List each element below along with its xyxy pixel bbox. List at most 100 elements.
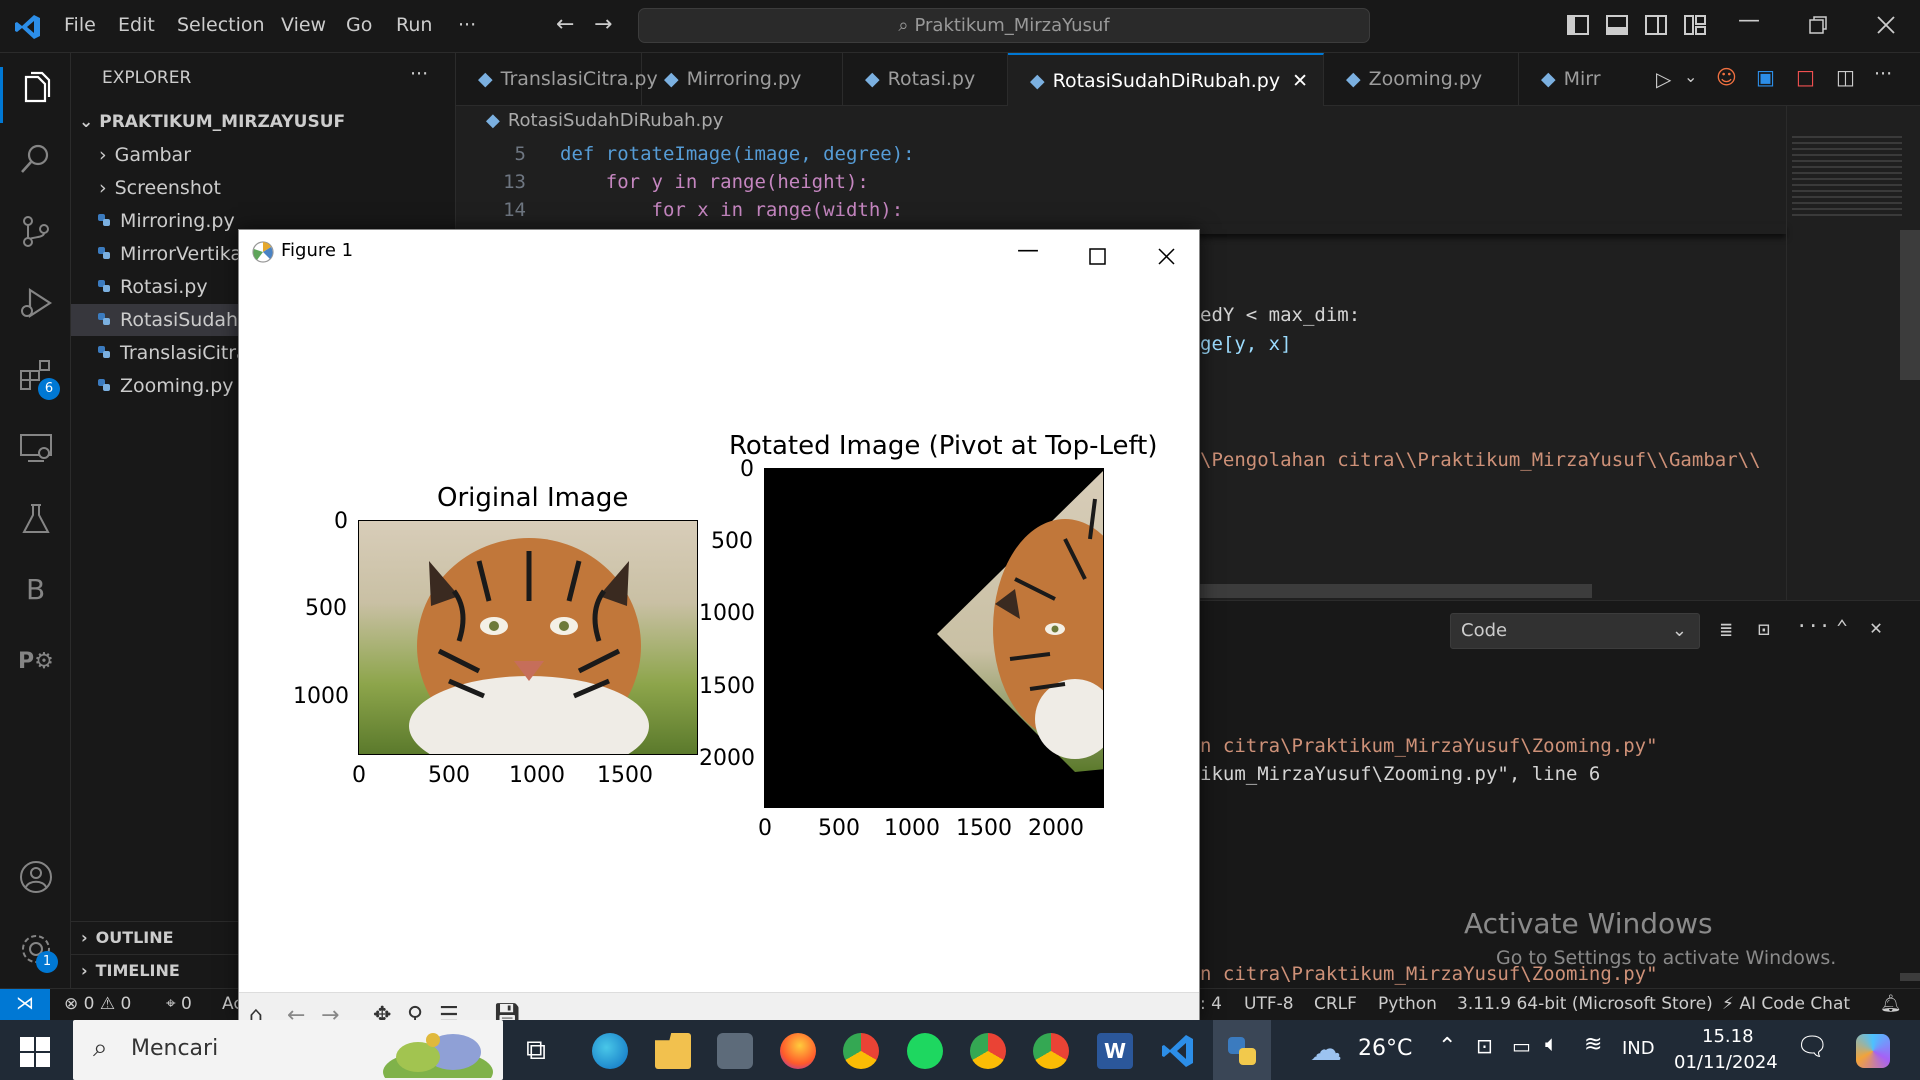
- tab-translasicitra[interactable]: ◆ TranslasiCitra.py: [456, 53, 658, 106]
- output-channel-dropdown[interactable]: Code ⌄: [1450, 613, 1700, 649]
- vertical-scrollbar[interactable]: [1900, 230, 1920, 380]
- account-icon[interactable]: [18, 859, 54, 895]
- editor-more-icon[interactable]: ···: [1874, 63, 1892, 85]
- run-dropdown-icon[interactable]: ⌄: [1684, 67, 1697, 86]
- search-icon[interactable]: [18, 141, 54, 177]
- sidebar-item-gambar[interactable]: › Gambar: [71, 139, 456, 171]
- tab-rotasisudahdirubah[interactable]: ◆ RotasiSudahDiRubah.py ✕: [1008, 53, 1324, 106]
- left-ytick: 500: [305, 596, 347, 621]
- menu-selection[interactable]: Selection: [177, 14, 265, 36]
- word-icon[interactable]: W: [1097, 1033, 1133, 1069]
- right-ytick: 2000: [699, 746, 755, 771]
- copilot-taskbar-icon[interactable]: [1856, 1034, 1890, 1068]
- chrome-profile-icon[interactable]: [1033, 1033, 1069, 1069]
- file-explorer-icon[interactable]: [655, 1033, 691, 1069]
- vscode-taskbar-icon[interactable]: [1160, 1033, 1196, 1069]
- chrome-icon[interactable]: [843, 1033, 879, 1069]
- pcc-extension-icon[interactable]: P⚙: [18, 649, 54, 674]
- sidebar-item-screenshot[interactable]: › Screenshot: [71, 172, 456, 204]
- notification-center-icon[interactable]: 🗨︎: [1796, 1032, 1829, 1062]
- spotify-icon[interactable]: [907, 1033, 943, 1069]
- weather-cloud-icon[interactable]: ☁: [1310, 1030, 1342, 1068]
- matplotlib-figure-window[interactable]: Figure 1 — Original Image 0 500 1000 0 5…: [238, 229, 1200, 1022]
- lock-scroll-icon[interactable]: ⊡: [1758, 617, 1770, 641]
- remote-explorer-icon[interactable]: [18, 429, 54, 465]
- back-arrow-icon[interactable]: ←: [556, 12, 574, 37]
- interpreter-status[interactable]: 3.11.9 64-bit (Microsoft Store): [1457, 994, 1713, 1014]
- menu-file[interactable]: File: [64, 14, 96, 36]
- figure-close-icon[interactable]: [1152, 242, 1182, 272]
- notifications-bell-icon[interactable]: 🔔︎: [1880, 994, 1902, 1014]
- toggle-secondary-sidebar-icon[interactable]: [1643, 12, 1669, 38]
- debug-run-icon[interactable]: ▣: [1756, 65, 1775, 89]
- breadcrumb[interactable]: ◆ RotasiSudahDiRubah.py: [486, 110, 723, 131]
- panel-scrollbar[interactable]: [1900, 973, 1920, 981]
- split-editor-icon[interactable]: ◫: [1836, 65, 1855, 89]
- tab-rotasi[interactable]: ◆ Rotasi.py: [843, 53, 1008, 106]
- menu-run[interactable]: Run: [396, 14, 432, 36]
- command-center-search[interactable]: ⌕ Praktikum_MirzaYusuf: [638, 8, 1370, 43]
- indentation-status[interactable]: : 4: [1200, 994, 1222, 1014]
- edge-browser-icon[interactable]: [592, 1033, 628, 1069]
- figure-minimize-icon[interactable]: —: [1017, 238, 1047, 268]
- menu-view[interactable]: View: [281, 14, 326, 36]
- toggle-panel-icon[interactable]: [1604, 12, 1630, 38]
- close-tab-icon[interactable]: ✕: [1292, 70, 1308, 92]
- problems-status[interactable]: ⊗ 0 ⚠ 0: [64, 994, 131, 1014]
- windows-start-icon[interactable]: [17, 1034, 53, 1070]
- taskbar-search-box[interactable]: ⌕ Mencari: [73, 1020, 503, 1080]
- copilot-icon[interactable]: ☺: [1716, 65, 1737, 89]
- run-debug-icon[interactable]: [18, 285, 54, 321]
- firefox-icon[interactable]: [780, 1033, 816, 1069]
- clear-output-icon[interactable]: ≣: [1720, 617, 1732, 641]
- run-play-icon[interactable]: ▷: [1656, 67, 1671, 91]
- maximize-panel-icon[interactable]: ⌃: [1836, 615, 1848, 639]
- toggle-primary-sidebar-icon[interactable]: [1565, 12, 1591, 38]
- tray-overflow-icon[interactable]: ⌃: [1438, 1034, 1456, 1059]
- encoding-status[interactable]: UTF-8: [1244, 994, 1294, 1014]
- minimap[interactable]: [1792, 136, 1902, 216]
- language-indicator[interactable]: IND: [1622, 1038, 1655, 1059]
- left-ytick: 0: [334, 509, 348, 534]
- eol-status[interactable]: CRLF: [1314, 994, 1357, 1014]
- source-control-icon[interactable]: [18, 213, 54, 249]
- weather-temp[interactable]: 26°C: [1358, 1036, 1412, 1061]
- panel-more-icon[interactable]: ···: [1796, 615, 1830, 637]
- tray-app-icon[interactable]: ⊡: [1476, 1034, 1493, 1058]
- explorer-more-button[interactable]: ···: [410, 63, 428, 85]
- figure-maximize-icon[interactable]: [1083, 242, 1113, 272]
- close-panel-icon[interactable]: ✕: [1870, 615, 1882, 639]
- battery-icon[interactable]: ▭: [1512, 1034, 1531, 1058]
- wifi-icon[interactable]: ≋: [1584, 1032, 1602, 1057]
- vscode-logo-icon[interactable]: [14, 13, 42, 41]
- b-extension-icon[interactable]: B: [26, 573, 45, 606]
- menu-edit[interactable]: Edit: [118, 14, 155, 36]
- clock-date[interactable]: 01/11/2024: [1674, 1052, 1778, 1073]
- volume-icon[interactable]: 🔈︎: [1545, 1032, 1558, 1057]
- figure-toolbar: ⌂ ← → ✥ ⚲ ☰ 💾︎: [239, 992, 1199, 1022]
- camera-app-icon[interactable]: [717, 1033, 753, 1069]
- explorer-icon[interactable]: [18, 71, 54, 107]
- task-view-icon[interactable]: ⧉: [526, 1033, 562, 1069]
- project-folder-row[interactable]: ⌄ PRAKTIKUM_MIRZAYUSUF: [71, 106, 456, 138]
- menu-more[interactable]: ···: [458, 14, 476, 36]
- tab-mirroring[interactable]: ◆ Mirroring.py: [642, 53, 843, 106]
- stop-icon[interactable]: □: [1796, 65, 1815, 89]
- tab-zooming[interactable]: ◆ Zooming.py: [1324, 53, 1519, 106]
- chrome-profile-m-icon[interactable]: [970, 1033, 1006, 1069]
- language-status[interactable]: Python: [1378, 994, 1437, 1014]
- customize-layout-icon[interactable]: [1682, 12, 1708, 38]
- close-window-icon[interactable]: [1873, 12, 1899, 38]
- horizontal-scrollbar[interactable]: [1200, 584, 1592, 598]
- restore-icon[interactable]: [1805, 12, 1831, 38]
- testing-flask-icon[interactable]: [18, 501, 54, 537]
- remote-indicator-icon[interactable]: ⋊: [0, 989, 50, 1021]
- forward-arrow-icon[interactable]: →: [594, 12, 612, 37]
- ai-chat-status[interactable]: ⚡ AI Code Chat: [1722, 994, 1850, 1014]
- tab-mirr[interactable]: ◆ Mirr: [1519, 53, 1601, 106]
- ports-status[interactable]: ⌖ 0: [166, 994, 192, 1014]
- python-taskbar-icon[interactable]: [1224, 1033, 1260, 1069]
- clock-time[interactable]: 15.18: [1702, 1026, 1754, 1047]
- menu-go[interactable]: Go: [346, 14, 372, 36]
- minimize-icon[interactable]: —: [1738, 8, 1760, 33]
